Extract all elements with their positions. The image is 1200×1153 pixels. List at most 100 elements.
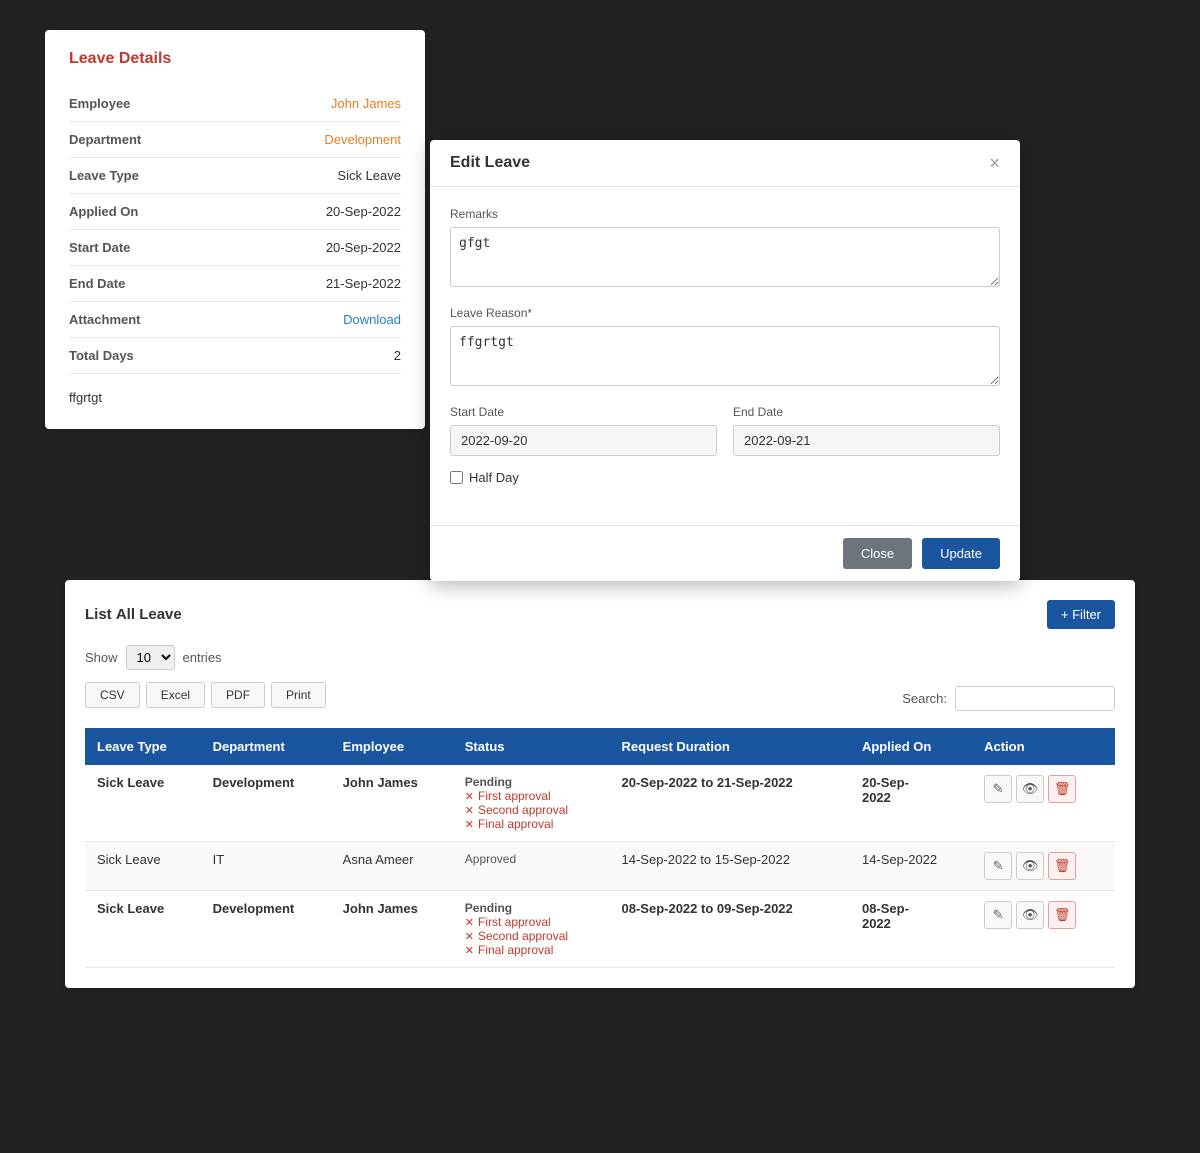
leave-table: Leave TypeDepartmentEmployeeStatusReques…	[85, 728, 1115, 968]
detail-label: Leave Type	[69, 168, 139, 183]
action-icons: ✎👁🗑	[984, 775, 1103, 803]
list-header: List All Leave + Filter	[85, 600, 1115, 629]
approval-item: Second approval	[465, 803, 598, 817]
detail-row: Leave Type Sick Leave	[69, 158, 401, 194]
table-body: Sick LeaveDevelopmentJohn JamesPendingFi…	[85, 765, 1115, 968]
table-col-status: Status	[453, 728, 610, 765]
date-row: Start Date End Date	[450, 405, 1000, 456]
table-col-action: Action	[972, 728, 1115, 765]
delete-icon[interactable]: 🗑	[1048, 852, 1076, 880]
detail-value: 20-Sep-2022	[326, 240, 401, 255]
close-button[interactable]: Close	[843, 538, 912, 569]
detail-row: Applied On20-Sep-2022	[69, 194, 401, 230]
search-input[interactable]	[955, 686, 1115, 711]
list-title-prefix: List	[85, 606, 112, 623]
entries-label: entries	[183, 650, 222, 665]
detail-row: End Date 21-Sep-2022	[69, 266, 401, 302]
export-buttons: CSVExcelPDFPrint	[85, 682, 326, 708]
employee-cell: John James	[331, 891, 453, 968]
edit-icon[interactable]: ✎	[984, 901, 1012, 929]
end-date-input[interactable]	[733, 425, 1000, 456]
status-cell: Approved	[453, 842, 610, 891]
leave-type-cell: Sick Leave	[85, 842, 201, 891]
half-day-row: Half Day	[450, 470, 1000, 485]
start-date-input[interactable]	[450, 425, 717, 456]
modal-close-icon[interactable]: ×	[989, 154, 1000, 172]
status-main: Pending	[465, 901, 598, 915]
table-header: Leave TypeDepartmentEmployeeStatusReques…	[85, 728, 1115, 765]
show-entries: Show 10 25 50 entries	[85, 645, 1115, 670]
status-cell: PendingFirst approvalSecond approvalFina…	[453, 765, 610, 842]
leave-reason-textarea[interactable]: ffgrtgt	[450, 326, 1000, 386]
table-row: Sick LeaveDevelopmentJohn JamesPendingFi…	[85, 891, 1115, 968]
action-icons: ✎👁🗑	[984, 852, 1103, 880]
duration-cell: 14-Sep-2022 to 15-Sep-2022	[610, 842, 850, 891]
approval-item: Final approval	[465, 817, 598, 831]
leave-type-cell: Sick Leave	[85, 765, 201, 842]
leave-type-cell: Sick Leave	[85, 891, 201, 968]
excel-export-button[interactable]: Excel	[146, 682, 205, 708]
detail-value: 21-Sep-2022	[326, 276, 401, 291]
applied-on-cell: 08-Sep-2022	[850, 891, 972, 968]
csv-export-button[interactable]: CSV	[85, 682, 140, 708]
entries-select[interactable]: 10 25 50	[126, 645, 175, 670]
list-leave-panel: List All Leave + Filter Show 10 25 50 en…	[65, 580, 1135, 988]
detail-value: Sick Leave	[337, 168, 401, 183]
detail-row: Employee John James	[69, 86, 401, 122]
table-row: Sick LeaveITAsna AmeerApproved14-Sep-202…	[85, 842, 1115, 891]
half-day-checkbox[interactable]	[450, 471, 463, 484]
leave-reason-group: Leave Reason* ffgrtgt	[450, 306, 1000, 389]
approval-item: Second approval	[465, 929, 598, 943]
detail-row: DepartmentDevelopment	[69, 122, 401, 158]
end-date-col: End Date	[733, 405, 1000, 456]
action-cell: ✎👁🗑	[972, 891, 1115, 968]
duration-cell: 20-Sep-2022 to 21-Sep-2022	[610, 765, 850, 842]
view-icon[interactable]: 👁	[1016, 901, 1044, 929]
list-title-bold: All	[116, 606, 135, 623]
list-title-suffix: Leave	[139, 606, 182, 623]
modal-body: Remarks gfgt Leave Reason* ffgrtgt Start…	[430, 187, 1020, 525]
detail-value: Development	[324, 132, 401, 147]
detail-row: Start Date20-Sep-2022	[69, 230, 401, 266]
approval-item: First approval	[465, 789, 598, 803]
leave-details-title: Leave Details	[69, 50, 401, 68]
detail-value[interactable]: Download	[343, 312, 401, 327]
employee-cell: John James	[331, 765, 453, 842]
edit-icon[interactable]: ✎	[984, 775, 1012, 803]
edit-icon[interactable]: ✎	[984, 852, 1012, 880]
search-bar: Search:	[902, 686, 1115, 711]
table-col-department: Department	[201, 728, 331, 765]
delete-icon[interactable]: 🗑	[1048, 901, 1076, 929]
approval-item: Final approval	[465, 943, 598, 957]
detail-label: End Date	[69, 276, 125, 291]
status-main: Pending	[465, 775, 598, 789]
edit-leave-modal: Edit Leave × Remarks gfgt Leave Reason* …	[430, 140, 1020, 581]
detail-value: John James	[331, 96, 401, 111]
action-cell: ✎👁🗑	[972, 842, 1115, 891]
applied-on-cell: 20-Sep-2022	[850, 765, 972, 842]
modal-title: Edit Leave	[450, 154, 530, 172]
detail-label: Total Days	[69, 348, 134, 363]
employee-cell: Asna Ameer	[331, 842, 453, 891]
delete-icon[interactable]: 🗑	[1048, 775, 1076, 803]
list-title: List All Leave	[85, 606, 182, 623]
leave-remarks: ffgrtgt	[69, 390, 401, 405]
half-day-label: Half Day	[469, 470, 519, 485]
print-export-button[interactable]: Print	[271, 682, 326, 708]
modal-header: Edit Leave ×	[430, 140, 1020, 187]
status-cell: PendingFirst approvalSecond approvalFina…	[453, 891, 610, 968]
remarks-textarea[interactable]: gfgt	[450, 227, 1000, 287]
update-button[interactable]: Update	[922, 538, 1000, 569]
table-col-request-duration: Request Duration	[610, 728, 850, 765]
detail-label: Employee	[69, 96, 130, 111]
view-icon[interactable]: 👁	[1016, 852, 1044, 880]
filter-button[interactable]: + Filter	[1047, 600, 1115, 629]
start-date-label: Start Date	[450, 405, 717, 419]
action-cell: ✎👁🗑	[972, 765, 1115, 842]
view-icon[interactable]: 👁	[1016, 775, 1044, 803]
pdf-export-button[interactable]: PDF	[211, 682, 265, 708]
approval-item: First approval	[465, 915, 598, 929]
search-label: Search:	[902, 691, 947, 706]
remarks-group: Remarks gfgt	[450, 207, 1000, 290]
detail-row: AttachmentDownload	[69, 302, 401, 338]
